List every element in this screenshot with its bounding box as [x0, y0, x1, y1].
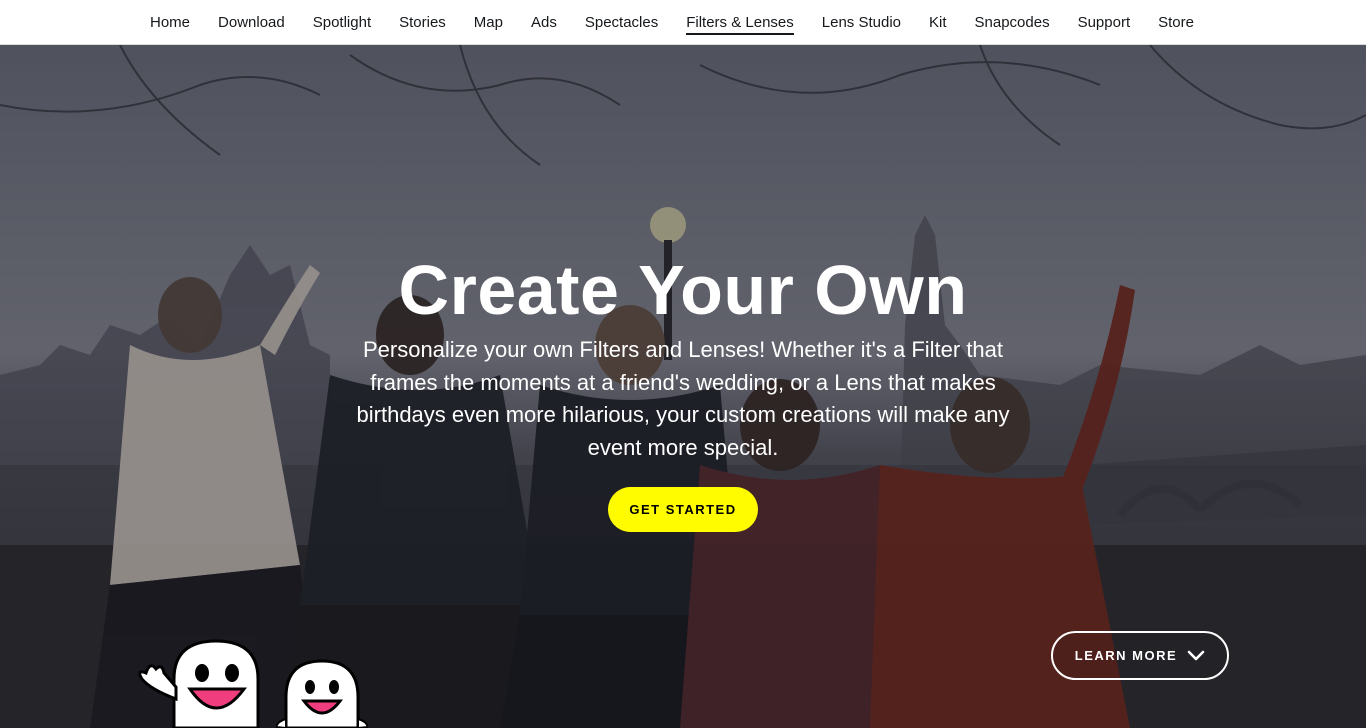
hero-title: Create Your Own	[398, 251, 968, 329]
nav-item-home[interactable]: Home	[150, 0, 190, 45]
learn-more-button[interactable]: LEARN MORE	[1051, 631, 1229, 680]
nav-item-support[interactable]: Support	[1078, 0, 1131, 45]
ghost-mascot-icon	[276, 659, 368, 728]
nav-item-stories[interactable]: Stories	[399, 0, 446, 45]
nav-item-filters-lenses[interactable]: Filters & Lenses	[686, 0, 794, 45]
nav-item-map[interactable]: Map	[474, 0, 503, 45]
nav-item-store[interactable]: Store	[1158, 0, 1194, 45]
chevron-down-icon	[1187, 650, 1205, 660]
nav-item-spotlight[interactable]: Spotlight	[313, 0, 371, 45]
get-started-button[interactable]: GET STARTED	[608, 487, 758, 532]
nav-list: Home Download Spotlight Stories Map Ads …	[150, 0, 1222, 45]
hero-description: Personalize your own Filters and Lenses!…	[356, 337, 1010, 460]
nav-item-ads[interactable]: Ads	[531, 0, 557, 45]
nav-item-snapcodes[interactable]: Snapcodes	[975, 0, 1050, 45]
nav-item-download[interactable]: Download	[218, 0, 285, 45]
nav-item-lens-studio[interactable]: Lens Studio	[822, 0, 901, 45]
ghost-mascot-icon	[138, 639, 260, 728]
nav-item-spectacles[interactable]: Spectacles	[585, 0, 658, 45]
hero-section: Create Your Own Personalize your own Fil…	[0, 45, 1366, 728]
learn-more-label: LEARN MORE	[1074, 648, 1178, 663]
top-navigation: Home Download Spotlight Stories Map Ads …	[0, 0, 1366, 45]
nav-item-kit[interactable]: Kit	[929, 0, 947, 45]
